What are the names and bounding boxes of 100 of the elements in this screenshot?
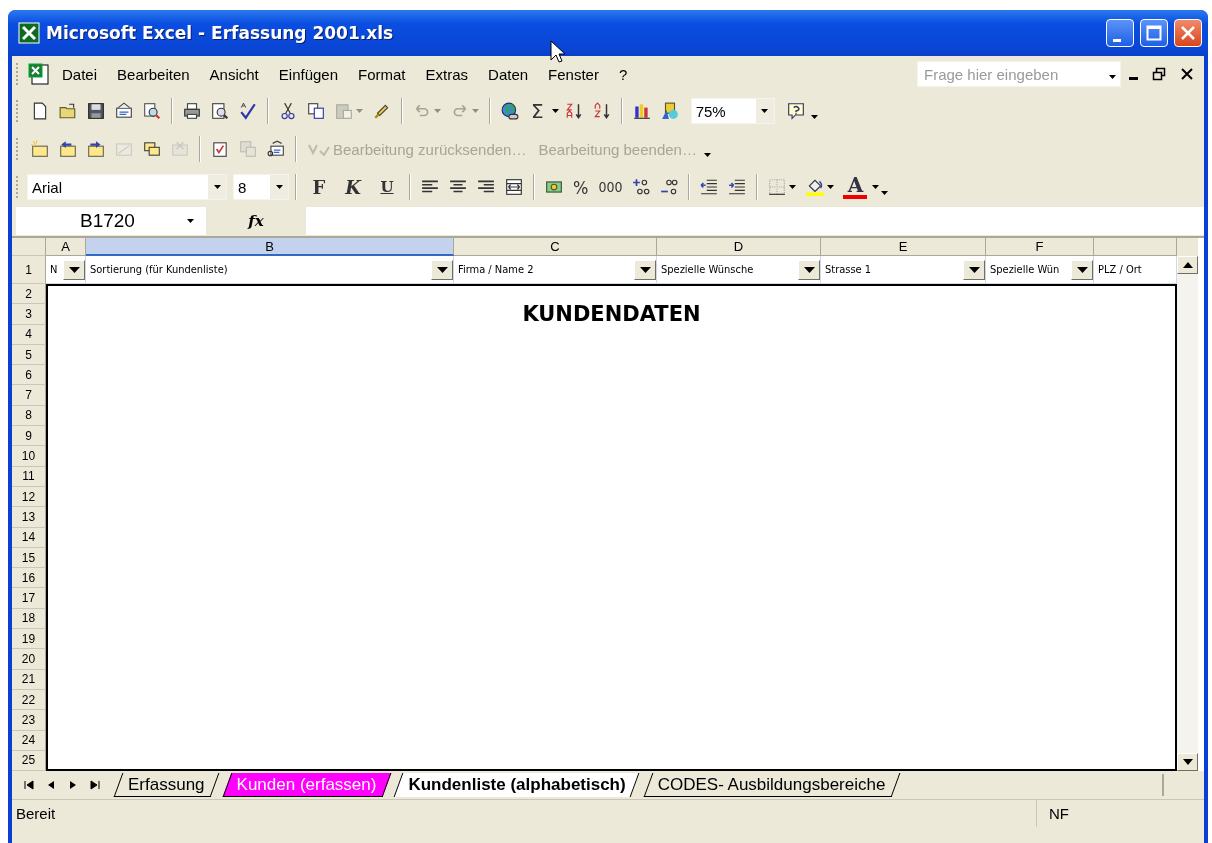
- row-number[interactable]: 12: [12, 486, 46, 508]
- insert-function-button[interactable]: fx: [206, 212, 306, 230]
- column-title: Spezielle Wünsche: [661, 263, 754, 276]
- filter-button[interactable]: [634, 259, 656, 280]
- filter-button[interactable]: [963, 259, 985, 280]
- decrease-indent-icon: [700, 178, 719, 196]
- column-header[interactable]: A: [46, 238, 86, 256]
- dropdown-arrow-icon[interactable]: [789, 185, 797, 189]
- scroll-down-button[interactable]: [1177, 753, 1198, 772]
- dropdown-arrow-icon[interactable]: [187, 219, 194, 223]
- dropdown-arrow-icon[interactable]: [275, 185, 283, 189]
- dropdown-arrow-icon[interactable]: [213, 185, 221, 189]
- zoom-field[interactable]: 75%: [690, 98, 775, 124]
- status-text: Bereit: [16, 805, 56, 823]
- font-color-button[interactable]: A: [840, 175, 871, 199]
- column-header[interactable]: C: [454, 238, 657, 256]
- window-title: Microsoft Excel - Erfassung 2001.xls: [46, 23, 395, 43]
- dropdown-arrow-icon[interactable]: [872, 185, 880, 189]
- row-number[interactable]: 4: [12, 324, 46, 345]
- first-sheet-icon: [24, 780, 34, 791]
- row-number[interactable]: 10: [12, 446, 46, 467]
- row-number[interactable]: 18: [12, 608, 46, 630]
- increase-indent-icon: [728, 178, 747, 196]
- row-number[interactable]: 19: [12, 629, 46, 650]
- row-number[interactable]: 7: [12, 385, 46, 406]
- italic-button[interactable]: K: [337, 176, 369, 198]
- dropdown-arrow-icon[interactable]: [761, 109, 769, 113]
- row-number[interactable]: 20: [12, 649, 46, 670]
- spelling-check-icon: [239, 102, 257, 120]
- filter-button[interactable]: [1071, 259, 1093, 280]
- row-number[interactable]: 21: [12, 669, 46, 690]
- percent-button[interactable]: %: [569, 176, 593, 198]
- row-number[interactable]: 23: [12, 710, 46, 731]
- column-header[interactable]: D: [657, 238, 821, 256]
- dropdown-arrow-icon[interactable]: [827, 185, 835, 189]
- menu-item[interactable]: Bearbeiten: [108, 63, 199, 85]
- previous-comment-icon: [59, 140, 77, 158]
- filter-button[interactable]: [63, 259, 85, 280]
- name-box[interactable]: B1720: [16, 207, 206, 235]
- dropdown-arrow-icon: [436, 266, 448, 273]
- dropdown-arrow-icon: [639, 266, 651, 273]
- toolbar-options-icon[interactable]: [703, 153, 711, 157]
- menu-item[interactable]: Einfügen: [269, 63, 347, 85]
- row-number[interactable]: 8: [12, 405, 46, 427]
- mouse-pointer-icon: [550, 40, 566, 64]
- help-search-field[interactable]: Frage hier eingeben: [917, 61, 1121, 87]
- row-number[interactable]: 1: [12, 256, 46, 284]
- row-number[interactable]: 9: [12, 426, 46, 447]
- row-number[interactable]: 11: [12, 466, 46, 487]
- scissors-icon: [279, 102, 297, 120]
- column-title: Firma / Name 2: [458, 263, 534, 276]
- row-number[interactable]: 13: [12, 507, 46, 528]
- row-number[interactable]: 22: [12, 689, 46, 711]
- workbook-icon[interactable]: [27, 62, 51, 86]
- column-header[interactable]: F: [986, 238, 1094, 256]
- font-name-field[interactable]: Arial: [27, 174, 227, 200]
- filter-button[interactable]: [431, 259, 453, 280]
- row-number[interactable]: 2: [12, 284, 46, 305]
- underline-button[interactable]: U: [371, 178, 403, 196]
- menu-item[interactable]: Fenster: [539, 63, 608, 85]
- decrease-decimal-icon: [660, 178, 679, 196]
- up-arrow-icon: [1182, 262, 1193, 268]
- menu-item[interactable]: Ansicht: [200, 63, 268, 85]
- formula-field[interactable]: [306, 207, 1204, 235]
- row-number[interactable]: 14: [12, 527, 46, 548]
- increase-decimal-icon: [632, 178, 651, 196]
- borders-icon: [768, 178, 787, 196]
- column-header[interactable]: E: [821, 238, 986, 256]
- menu-item[interactable]: ?: [609, 63, 637, 85]
- row-number[interactable]: 6: [12, 365, 46, 386]
- sheet-tab[interactable]: Kundenliste (alphabetisch): [392, 773, 642, 798]
- minimize-icon: [1113, 38, 1121, 42]
- sheet-tab[interactable]: CODES- Ausbildungsbereiche: [641, 773, 902, 798]
- mail-recipient-icon: [267, 140, 285, 158]
- menu-item[interactable]: Format: [349, 63, 415, 85]
- scroll-up-button[interactable]: [1177, 256, 1198, 274]
- dropdown-arrow-icon[interactable]: [1109, 75, 1116, 79]
- bold-button[interactable]: F: [303, 176, 335, 198]
- row-number[interactable]: 17: [12, 588, 46, 609]
- filter-button[interactable]: [798, 259, 820, 280]
- menu-item[interactable]: Daten: [479, 63, 538, 85]
- menu-item[interactable]: Extras: [416, 63, 478, 85]
- row-number[interactable]: 16: [12, 568, 46, 589]
- maximize-button[interactable]: [1140, 19, 1168, 47]
- new-file-icon: [31, 102, 49, 120]
- row-number[interactable]: 5: [12, 344, 46, 366]
- row-number[interactable]: 15: [12, 547, 46, 569]
- menu-item[interactable]: Datei: [53, 63, 107, 85]
- row-number[interactable]: 25: [12, 750, 46, 772]
- toolbar-options-icon[interactable]: [881, 191, 889, 195]
- row-number[interactable]: 3: [12, 304, 46, 325]
- row-number[interactable]: 24: [12, 730, 46, 751]
- dropdown-arrow-icon[interactable]: [551, 109, 559, 113]
- last-sheet-icon: [90, 780, 100, 791]
- toolbar-options-icon[interactable]: [810, 115, 818, 119]
- sheet-tab[interactable]: Erfassung: [112, 773, 221, 798]
- autosum-button[interactable]: Σ: [525, 99, 550, 123]
- font-size-field[interactable]: 8: [233, 174, 289, 200]
- column-header[interactable]: B: [86, 238, 454, 256]
- thousands-separator-button[interactable]: 000: [594, 179, 627, 195]
